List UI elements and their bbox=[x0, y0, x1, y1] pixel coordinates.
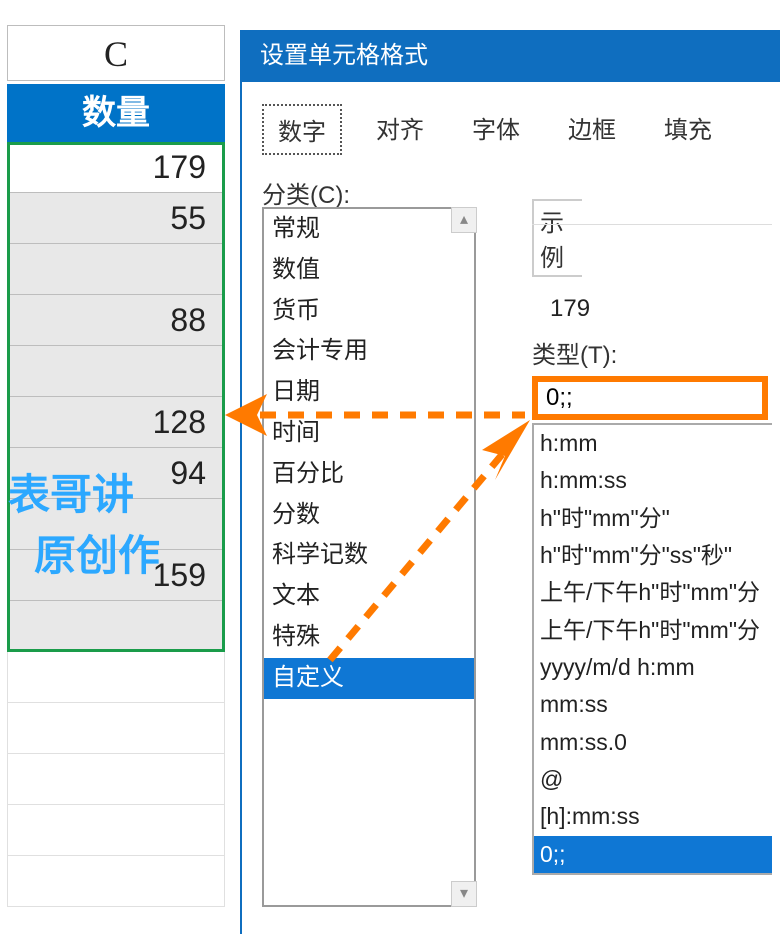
category-item-fraction[interactable]: 分数 bbox=[264, 495, 474, 536]
category-item-currency[interactable]: 货币 bbox=[264, 291, 474, 332]
category-item-scientific[interactable]: 科学记数 bbox=[264, 535, 474, 576]
cell-row-8[interactable] bbox=[7, 499, 225, 550]
type-item[interactable]: mm:ss bbox=[534, 686, 772, 723]
dialog-title: 设置单元格格式 bbox=[242, 30, 780, 82]
sample-label: 示例 bbox=[532, 199, 582, 277]
type-area: 类型(T): bbox=[532, 335, 772, 420]
category-item-time[interactable]: 时间 bbox=[264, 413, 474, 454]
category-item-accounting[interactable]: 会计专用 bbox=[264, 331, 474, 372]
type-item[interactable]: mm:ss.0 bbox=[534, 724, 772, 761]
type-item[interactable]: 上午/下午h"时"mm"分 bbox=[534, 612, 772, 649]
empty-cell[interactable] bbox=[7, 754, 225, 805]
type-item-selected[interactable]: 0;; bbox=[534, 836, 772, 873]
type-item[interactable]: @ bbox=[534, 761, 772, 798]
type-list[interactable]: h:mm h:mm:ss h"时"mm"分" h"时"mm"分"ss"秒" 上午… bbox=[532, 423, 772, 875]
category-item-number[interactable]: 数值 bbox=[264, 250, 474, 291]
spreadsheet-area: C 数量 179 55 88 128 94 159 bbox=[0, 0, 240, 934]
empty-cell[interactable] bbox=[7, 856, 225, 907]
data-cells: 179 55 88 128 94 159 bbox=[7, 142, 225, 907]
type-item[interactable]: yyyy/m/d h:mm bbox=[534, 649, 772, 686]
tab-fill[interactable]: 填充 bbox=[650, 104, 726, 155]
column-header-c[interactable]: C bbox=[7, 25, 225, 81]
tabs: 数字 对齐 字体 边框 填充 bbox=[242, 82, 780, 155]
tab-border[interactable]: 边框 bbox=[554, 104, 630, 155]
category-item-text[interactable]: 文本 bbox=[264, 576, 474, 617]
sample-area: 示例 179 bbox=[532, 199, 772, 323]
cell-row-9[interactable]: 159 bbox=[7, 550, 225, 601]
cell-row-3[interactable] bbox=[7, 244, 225, 295]
cell-row-2[interactable]: 55 bbox=[7, 193, 225, 244]
empty-cell[interactable] bbox=[7, 805, 225, 856]
empty-cell[interactable] bbox=[7, 652, 225, 703]
tab-alignment[interactable]: 对齐 bbox=[362, 104, 438, 155]
scroll-up-icon[interactable]: ▴ bbox=[451, 207, 477, 233]
cell-row-6[interactable]: 128 bbox=[7, 397, 225, 448]
category-list[interactable]: 常规 数值 货币 会计专用 日期 时间 百分比 分数 科学记数 文本 特殊 自定… bbox=[262, 207, 476, 907]
empty-cell[interactable] bbox=[7, 703, 225, 754]
type-input[interactable] bbox=[532, 376, 768, 420]
type-item[interactable]: 上午/下午h"时"mm"分 bbox=[534, 574, 772, 611]
format-cells-dialog: 设置单元格格式 数字 对齐 字体 边框 填充 分类(C): 常规 数值 货币 会… bbox=[240, 30, 780, 934]
dialog-body: 分类(C): 常规 数值 货币 会计专用 日期 时间 百分比 分数 科学记数 文… bbox=[242, 155, 780, 935]
cell-row-4[interactable]: 88 bbox=[7, 295, 225, 346]
quantity-header: 数量 bbox=[7, 84, 225, 142]
type-item[interactable]: h:mm bbox=[534, 425, 772, 462]
type-label: 类型(T): bbox=[532, 335, 772, 370]
type-item[interactable]: [h]:mm:ss bbox=[534, 798, 772, 835]
type-item[interactable]: h:mm:ss bbox=[534, 462, 772, 499]
category-item-custom[interactable]: 自定义 bbox=[264, 658, 474, 699]
tab-font[interactable]: 字体 bbox=[458, 104, 534, 155]
type-item[interactable]: h"时"mm"分" bbox=[534, 500, 772, 537]
cell-row-1[interactable]: 179 bbox=[7, 142, 225, 193]
category-item-date[interactable]: 日期 bbox=[264, 372, 474, 413]
type-item[interactable]: h"时"mm"分"ss"秒" bbox=[534, 537, 772, 574]
sample-value: 179 bbox=[532, 277, 772, 323]
category-item-special[interactable]: 特殊 bbox=[264, 617, 474, 658]
cell-row-10[interactable] bbox=[7, 601, 225, 652]
category-item-percentage[interactable]: 百分比 bbox=[264, 454, 474, 495]
scroll-down-icon[interactable]: ▾ bbox=[451, 881, 477, 907]
cell-row-5[interactable] bbox=[7, 346, 225, 397]
tab-number[interactable]: 数字 bbox=[262, 104, 342, 155]
category-item-general[interactable]: 常规 bbox=[264, 209, 474, 250]
cell-row-7[interactable]: 94 bbox=[7, 448, 225, 499]
